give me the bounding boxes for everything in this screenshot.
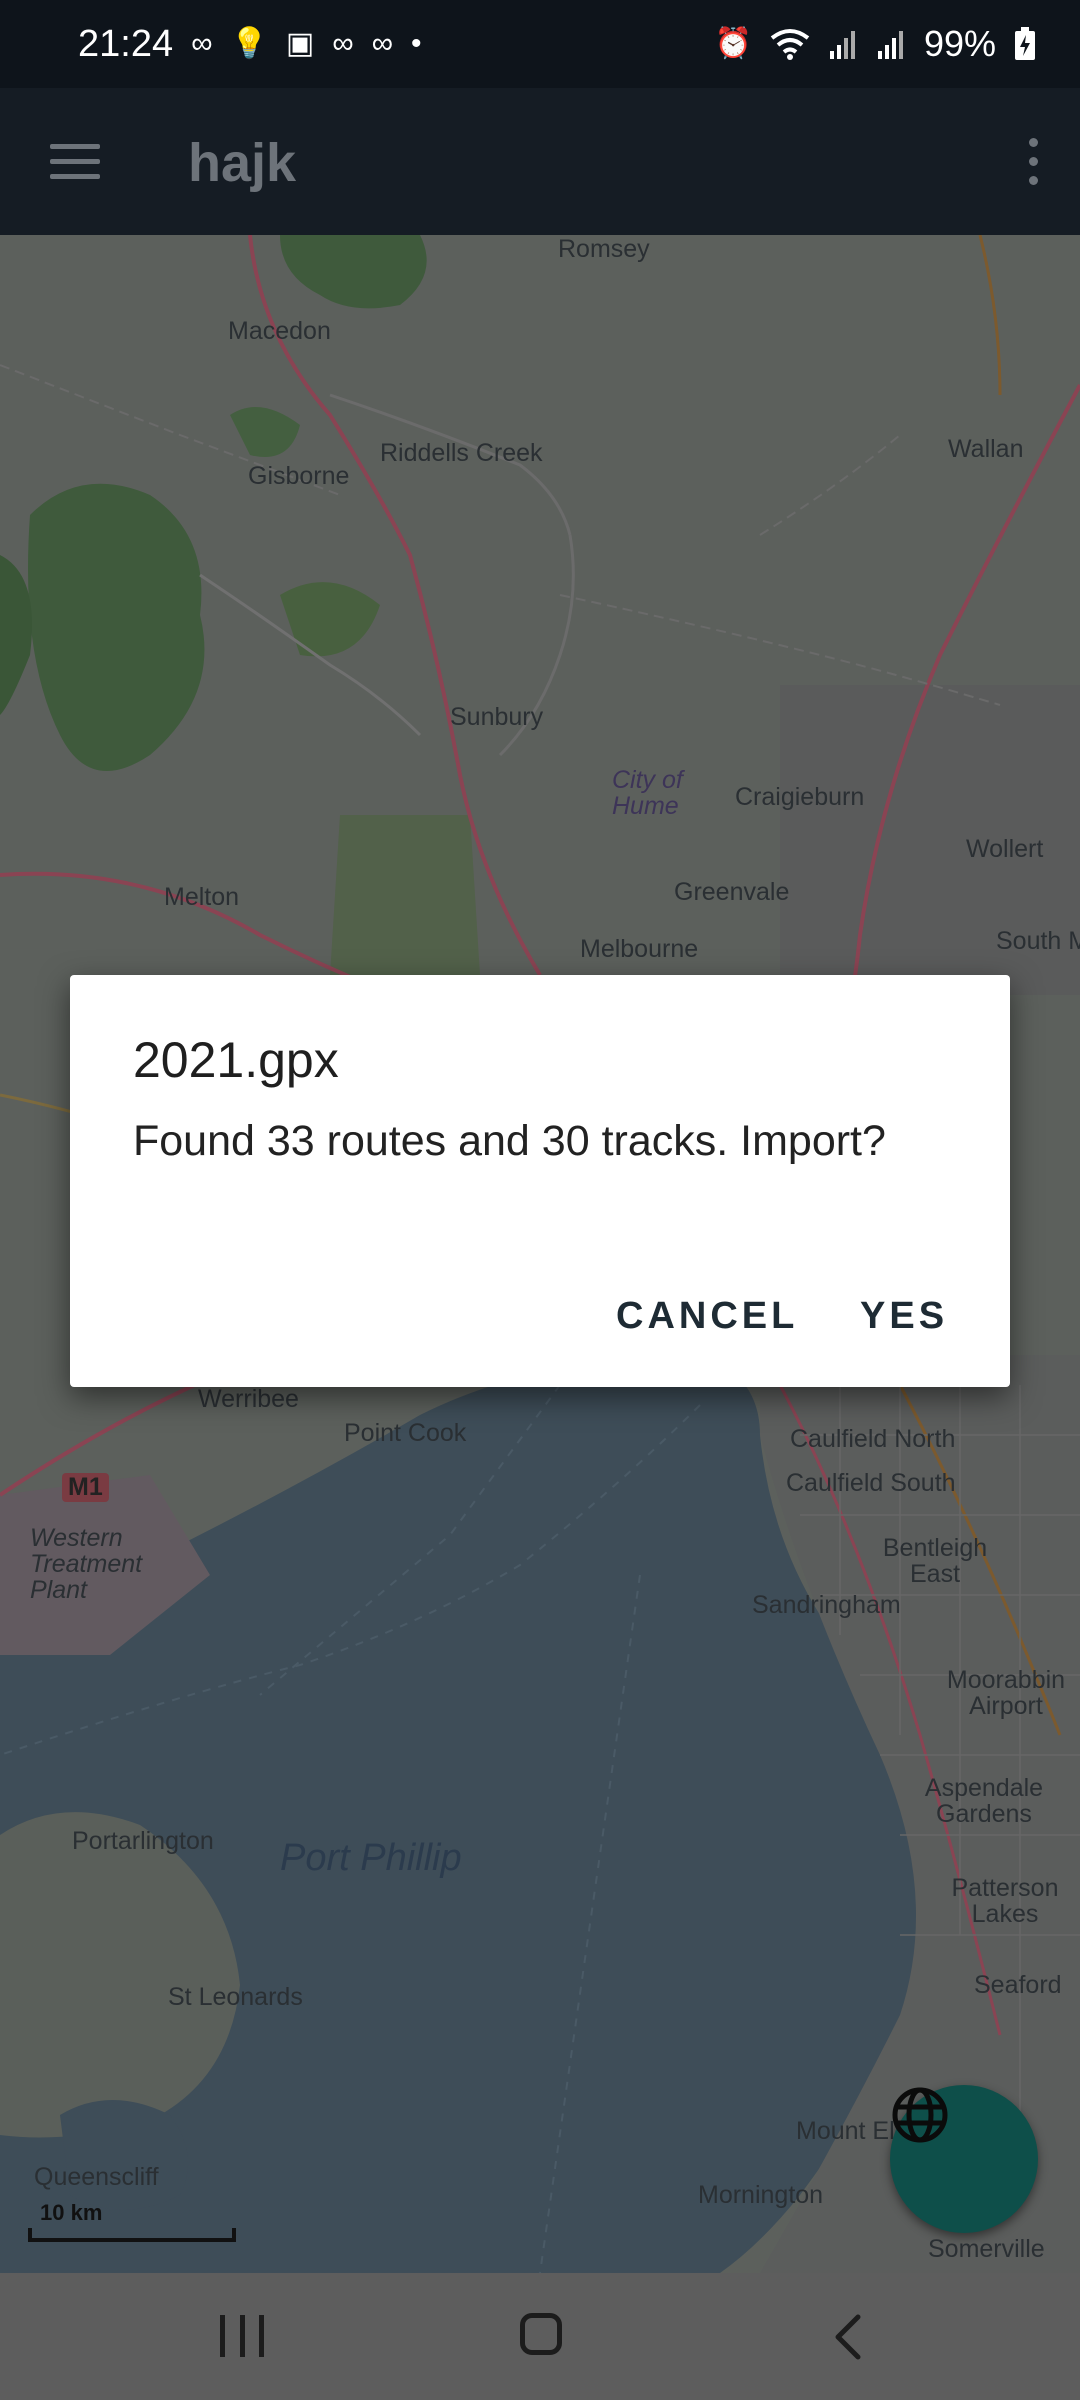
map-label-portarlington: Portarlington: [72, 1827, 214, 1855]
status-bar-right: ⏰ 99%: [715, 23, 1036, 65]
map-label-south-morang: South M: [996, 927, 1080, 955]
map-label-riddells-creek: Riddells Creek: [380, 439, 543, 467]
dialog-title: 2021.gpx: [133, 1032, 339, 1088]
map-label-sunbury: Sunbury: [450, 703, 544, 731]
import-dialog: 2021.gpx Found 33 routes and 30 tracks. …: [70, 975, 1010, 1387]
globe-icon: [892, 2087, 948, 2143]
map-label-bentleigh-east: Bentleigh East: [882, 1534, 988, 1588]
wifi-icon: [770, 29, 810, 60]
signal-roaming-icon: [877, 31, 903, 59]
map-label-gisborne: Gisborne: [248, 462, 350, 490]
map-label-point-cook: Point Cook: [344, 1419, 467, 1447]
dot-icon: •: [410, 27, 422, 60]
map-label-seaford: Seaford: [974, 1971, 1062, 1999]
map-scale-bar: 10 km: [28, 2200, 236, 2242]
voicemail-icon: ∞: [332, 27, 354, 60]
back-icon[interactable]: [828, 2313, 868, 2361]
voicemail-icon: ∞: [371, 27, 393, 60]
status-bar: 21:24 ∞ 💡 ▣ ∞ ∞ • ⏰ 99%: [0, 0, 1080, 88]
map-label-wallan: Wallan: [948, 435, 1024, 463]
recent-apps-icon[interactable]: [220, 2315, 264, 2357]
battery-percent: 99%: [923, 23, 996, 64]
map-label-wollert: Wollert: [966, 835, 1044, 863]
app-title: hajk: [188, 133, 297, 193]
map-label-mount-eliza: Mount El: [796, 2117, 895, 2145]
map-label-port-phillip: Port Phillip: [280, 1837, 462, 1879]
map-label-moorabbin-airport: Moorabbin Airport: [946, 1666, 1066, 1720]
map-label-melbourne: Melbourne: [580, 935, 699, 963]
more-vert-icon[interactable]: [1008, 126, 1058, 196]
home-icon[interactable]: [520, 2313, 562, 2355]
dialog-message: Found 33 routes and 30 tracks. Import?: [133, 1117, 886, 1165]
map-label-city-of-hume: City of Hume: [612, 766, 683, 820]
battery-charging-icon: [1015, 27, 1035, 60]
yes-button[interactable]: YES: [852, 1287, 956, 1346]
map-label-patterson-lakes: Patterson Lakes: [951, 1874, 1059, 1928]
map-label-somerville: Somerville: [928, 2235, 1045, 2263]
map-label-m1: M1: [62, 1473, 109, 1502]
map-label-greenvale: Greenvale: [674, 878, 790, 906]
hamburger-menu-icon[interactable]: [40, 126, 110, 196]
status-time: 21:24: [78, 22, 174, 65]
map-label-aspendale-gardens: Aspendale Gardens: [924, 1774, 1044, 1828]
map-label-melton: Melton: [164, 883, 240, 911]
map-label-queenscliff: Queenscliff: [34, 2163, 159, 2191]
scale-label: 10 km: [40, 2200, 103, 2225]
signal-icon: [829, 31, 855, 59]
scale-line: [28, 2228, 236, 2242]
app-bar: hajk: [0, 88, 1080, 235]
map-label-craigieburn: Craigieburn: [735, 783, 865, 811]
cancel-button[interactable]: CANCEL: [608, 1287, 806, 1346]
map-label-caulfield-north: Caulfield North: [790, 1425, 956, 1453]
map-label-caulfield-south: Caulfield South: [786, 1469, 956, 1497]
map-label-st-leonards: St Leonards: [168, 1983, 303, 2011]
map-label-romsey: Romsey: [558, 235, 650, 263]
alarm-icon: ⏰: [714, 27, 752, 60]
status-bar-left: 21:24 ∞ 💡 ▣ ∞ ∞ •: [78, 23, 422, 66]
voicemail-icon: ∞: [191, 27, 213, 60]
map-label-werribee: Werribee: [198, 1385, 299, 1413]
bulb-icon: 💡: [230, 27, 268, 60]
map-label-sandringham: Sandringham: [752, 1591, 901, 1619]
map-label-mornington: Mornington: [698, 2181, 824, 2209]
map-label-western-treatment-plant: Western Treatment Plant: [30, 1524, 143, 1604]
system-nav-bar: [0, 2273, 1080, 2400]
globe-fab-button[interactable]: [890, 2085, 1038, 2233]
map-label-macedon: Macedon: [228, 317, 331, 345]
image-icon: ▣: [285, 27, 315, 60]
